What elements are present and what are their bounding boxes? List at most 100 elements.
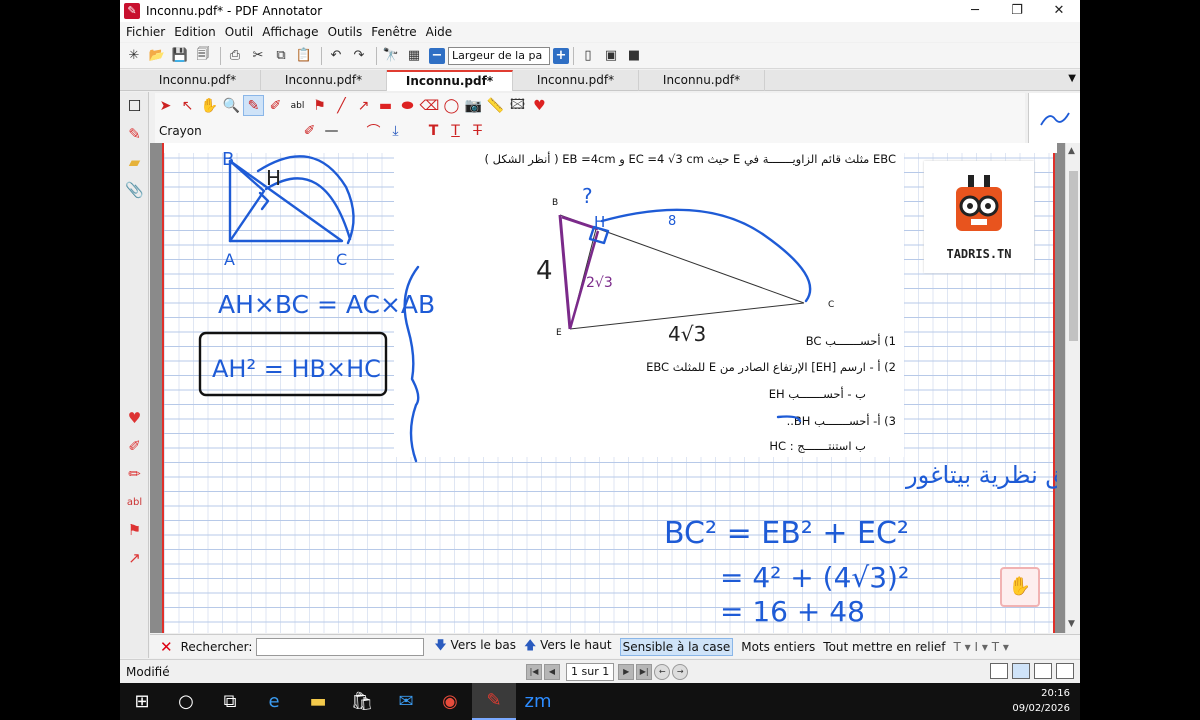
view-continuous-icon[interactable]: [1012, 663, 1030, 679]
save-icon[interactable]: 💾: [170, 46, 190, 66]
hand-icon[interactable]: ✋: [199, 95, 220, 116]
tab-document-3[interactable]: Inconnu.pdf*: [387, 70, 513, 91]
eraser-tool-icon[interactable]: ⌫: [419, 95, 440, 116]
store-icon[interactable]: 🛍: [340, 683, 384, 720]
stamp-tool-icon[interactable]: ⚑: [309, 95, 330, 116]
menu-fichier[interactable]: Fichier: [126, 25, 165, 39]
tab-document-5[interactable]: Inconnu.pdf*: [639, 70, 765, 91]
curve-style-icon[interactable]: ⌒: [363, 120, 384, 141]
highlighter-icon[interactable]: ✐: [120, 432, 149, 460]
highlighter-tool-icon[interactable]: ✐: [265, 95, 286, 116]
tab-document-4[interactable]: Inconnu.pdf*: [513, 70, 639, 91]
menu-edition[interactable]: Edition: [174, 25, 216, 39]
page-indicator[interactable]: 1 sur 1: [566, 662, 615, 681]
favorites-heart-icon[interactable]: ♥: [529, 95, 550, 116]
copy-icon[interactable]: ⧉: [271, 46, 291, 66]
zoom-app-icon[interactable]: zm: [516, 683, 560, 720]
menu-affichage[interactable]: Affichage: [262, 25, 318, 39]
view-grid-icon[interactable]: [1056, 663, 1074, 679]
prev-page-icon[interactable]: ◀: [544, 663, 560, 680]
zoom-in-button[interactable]: +: [553, 47, 569, 64]
text-box-icon[interactable]: abl: [120, 488, 149, 516]
new-document-icon[interactable]: ✳: [124, 46, 144, 66]
scrollbar-thumb[interactable]: [1069, 171, 1078, 341]
menu-outil[interactable]: Outil: [225, 25, 253, 39]
view-facing-icon[interactable]: [1034, 663, 1052, 679]
pen-tool-icon[interactable]: ✎: [243, 95, 264, 116]
tabs-dropdown-icon[interactable]: ▼: [1068, 73, 1076, 84]
highlight-all-toggle[interactable]: Tout mettre en relief: [823, 640, 945, 654]
document-viewport[interactable]: EBC مثلث قائم الزاويـــــــة في E حيث EC…: [150, 143, 1065, 633]
edge-browser-icon[interactable]: e: [252, 683, 296, 720]
last-page-icon[interactable]: ▶|: [636, 663, 653, 680]
image-tool-icon[interactable]: 🖾: [507, 95, 528, 116]
pencil-icon[interactable]: ✏: [120, 460, 149, 488]
page-layout-icon[interactable]: ▦: [404, 46, 424, 66]
redo-icon[interactable]: ↷: [349, 46, 369, 66]
tab-document-2[interactable]: Inconnu.pdf*: [261, 70, 387, 91]
search-up-button[interactable]: 🡅 Vers le haut: [524, 636, 612, 657]
scroll-up-icon[interactable]: ▲: [1068, 146, 1075, 156]
close-button[interactable]: ✕: [1038, 0, 1080, 22]
zoom-select[interactable]: Largeur de la pa: [448, 46, 550, 65]
scroll-down-icon[interactable]: ▼: [1068, 619, 1075, 629]
select-arrow-icon[interactable]: ➤: [155, 95, 176, 116]
fit-width-icon[interactable]: ▣: [601, 46, 621, 66]
whole-words-toggle[interactable]: Mots entiers: [741, 640, 815, 654]
text-style-t3-icon[interactable]: T: [467, 120, 488, 141]
view-single-icon[interactable]: [990, 663, 1008, 679]
rectangle-tool-icon[interactable]: ▬: [375, 95, 396, 116]
windows-start-icon[interactable]: ⊞: [120, 683, 164, 720]
file-explorer-icon[interactable]: ▬: [296, 683, 340, 720]
task-view-icon[interactable]: ⧉: [208, 683, 252, 720]
menu-fenetre[interactable]: Fenêtre: [371, 25, 416, 39]
pdf-annotator-taskbar-icon[interactable]: ✎: [472, 683, 516, 720]
next-page-icon[interactable]: ▶: [618, 663, 635, 680]
ruler-tool-icon[interactable]: 📏: [485, 95, 506, 116]
paperclip-icon[interactable]: 📎: [120, 176, 149, 204]
lasso-tool-icon[interactable]: ◯: [441, 95, 462, 116]
zoom-tool-icon[interactable]: 🔍: [221, 95, 242, 116]
minimize-button[interactable]: ─: [954, 0, 996, 22]
text-style-t2-icon[interactable]: T: [445, 120, 466, 141]
text-format-icons[interactable]: T ▾ I ▾ T ▾: [954, 640, 1009, 654]
menu-outils[interactable]: Outils: [328, 25, 363, 39]
close-search-icon[interactable]: ✕: [160, 638, 173, 656]
search-down-button[interactable]: 🡇 Vers le bas: [434, 636, 516, 657]
vertical-scrollbar[interactable]: ▲ ▼: [1065, 143, 1080, 633]
camera-tool-icon[interactable]: 📷: [463, 95, 484, 116]
mail-icon[interactable]: ✉: [384, 683, 428, 720]
undo-icon[interactable]: ↶: [326, 46, 346, 66]
note-icon[interactable]: ▰: [120, 148, 149, 176]
heart-icon[interactable]: ♥: [120, 404, 149, 432]
pen-color-icon[interactable]: ✐: [299, 120, 320, 141]
save-all-icon[interactable]: 🗐: [193, 46, 213, 66]
single-page-icon[interactable]: ▯: [578, 46, 598, 66]
zoom-out-button[interactable]: −: [429, 47, 445, 64]
blank-page-icon[interactable]: ☐: [120, 92, 149, 120]
hand-gesture-icon[interactable]: ✋: [1000, 567, 1040, 607]
smoothing-icon[interactable]: ⤓: [385, 120, 406, 141]
ellipse-tool-icon[interactable]: ⬬: [397, 95, 418, 116]
textbox-tool-icon[interactable]: abl: [287, 95, 308, 116]
print-icon[interactable]: ⎙: [225, 46, 245, 66]
line-tool-icon[interactable]: ╱: [331, 95, 352, 116]
menu-aide[interactable]: Aide: [426, 25, 453, 39]
arrow-tool-icon[interactable]: ↗: [120, 544, 149, 572]
maximize-button[interactable]: ❐: [996, 0, 1038, 22]
find-icon[interactable]: 🔭: [381, 46, 401, 66]
search-circle-icon[interactable]: ○: [164, 683, 208, 720]
chrome-icon[interactable]: ◉: [428, 683, 472, 720]
stamp-icon[interactable]: ⚑: [120, 516, 149, 544]
pdf-page[interactable]: EBC مثلث قائم الزاويـــــــة في E حيث EC…: [162, 143, 1057, 633]
select-text-icon[interactable]: ↖: [177, 95, 198, 116]
open-folder-icon[interactable]: 📂: [147, 46, 167, 66]
forward-icon[interactable]: →: [672, 663, 689, 680]
fullscreen-icon[interactable]: ■: [624, 46, 644, 66]
back-icon[interactable]: ←: [654, 663, 671, 680]
system-clock[interactable]: 20:16 09/02/2026: [1012, 686, 1070, 716]
search-input[interactable]: [256, 637, 425, 656]
cut-icon[interactable]: ✂: [248, 46, 268, 66]
red-pen-icon[interactable]: ✎: [120, 120, 149, 148]
arrow-line-icon[interactable]: ↗: [353, 95, 374, 116]
